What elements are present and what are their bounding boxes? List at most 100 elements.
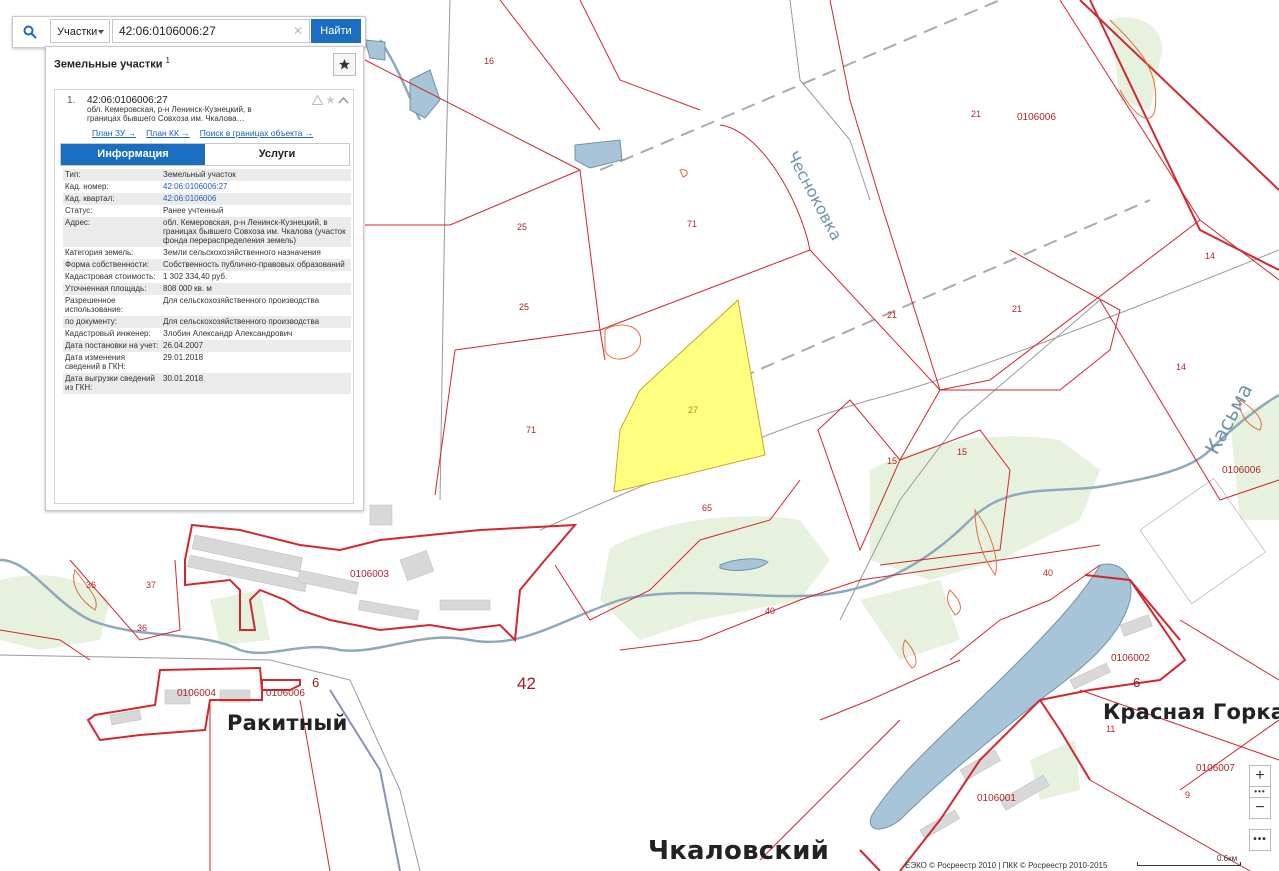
attribute-value[interactable]: 42:06:0106006:27: [161, 181, 351, 193]
parcel-label: 15: [887, 456, 898, 466]
parcel-label: 16: [484, 56, 495, 66]
attribute-row: по документу: Для сельскохозяйственного п…: [63, 316, 351, 328]
region-number: 42: [517, 674, 536, 693]
search-input[interactable]: [112, 19, 310, 43]
town-label-krasnaya-gorka: Красная Горка: [1103, 700, 1279, 724]
parcel-label: 6: [1133, 675, 1141, 690]
parcel-label: 37: [146, 580, 157, 590]
parcel-label: 27: [688, 405, 699, 415]
link-search-within[interactable]: Поиск в границах объекта →: [200, 128, 314, 138]
attribute-row: Дата постановки на учет: 26.04.2007: [63, 340, 351, 352]
parcel-label: 14: [1205, 251, 1216, 261]
attribute-key: по документу:: [63, 316, 161, 328]
quarter-label: 0106004: [177, 688, 216, 699]
town-label-chkalovsky: Чкаловский: [648, 836, 830, 866]
attribute-value: 26.04.2007: [161, 340, 351, 352]
result-actions: [312, 95, 349, 105]
parcel-label: 6: [312, 675, 320, 690]
attribute-row: Категория земель: Земли сельскохозяйствен…: [63, 247, 351, 259]
attribute-value: Злобин Александр Александрович: [163, 329, 293, 338]
attribute-key: Уточненная площадь:: [63, 283, 161, 295]
attribute-key: Форма собственности:: [63, 259, 161, 271]
attribute-key: Дата постановки на учет:: [63, 340, 161, 352]
chevron-up-icon[interactable]: [338, 95, 349, 105]
quarter-label: 0106002: [1111, 653, 1150, 664]
result-address: обл. Кемеровская, р-н Ленинск-Кузнецкий,…: [87, 105, 252, 123]
quarter-label: 0106006: [1222, 465, 1261, 476]
parcel-label: 40: [765, 606, 776, 616]
link-plan-zu[interactable]: План ЗУ →: [92, 128, 136, 138]
attribute-value: Собственность публично-правовых образова…: [161, 259, 351, 271]
parcel-label: 25: [517, 222, 528, 232]
attribute-key: Статус:: [65, 206, 93, 215]
attribute-key: Дата выгрузки сведений из ГКН:: [63, 373, 161, 394]
star-outline-icon[interactable]: [325, 95, 336, 105]
link-plan-kk[interactable]: План КК →: [146, 128, 190, 138]
attribute-row: Кадастровая стоимость: 1 302 334,40 руб.: [63, 271, 351, 283]
results-panel: Земельные участки 1 1. 42:06:0106006:27 …: [45, 46, 364, 511]
attributes-table: Тип: Земельный участок Кад. номер: 42:06:01…: [63, 169, 351, 394]
attribute-value: Земли сельскохозяйственного назначения: [163, 248, 321, 257]
attribute-row: Кад. номер: 42:06:0106006:27: [63, 181, 351, 193]
attribute-key: Тип:: [63, 169, 161, 181]
clear-icon[interactable]: ✕: [293, 24, 303, 38]
tab-info[interactable]: Информация: [61, 144, 205, 165]
result-links: План ЗУ → План КК → Поиск в границах объ…: [92, 128, 313, 138]
map-attribution: ЕЭКО © Росреестр 2010 | ПКК © Росреестр …: [905, 861, 1108, 870]
search-type-label: Участки: [57, 26, 98, 38]
attribute-row: Тип: Земельный участок: [63, 169, 351, 181]
search-bar: Участки ✕ Найти: [12, 16, 366, 48]
attribute-key: Кад. номер:: [65, 182, 109, 191]
attribute-key: Кадастровый инженер:: [65, 329, 151, 338]
favorite-button[interactable]: [333, 53, 356, 76]
tab-services[interactable]: Услуги: [205, 144, 349, 165]
quarter-label: 0106003: [350, 569, 389, 580]
attribute-row: Адрес: обл. Кемеровская, р-н Ленинск-Кузн…: [63, 217, 351, 247]
attribute-value: обл. Кемеровская, р-н Ленинск-Кузнецкий,…: [161, 217, 351, 247]
result-tabs: Информация Услуги: [60, 143, 350, 166]
parcel-label: 36: [86, 580, 97, 590]
search-icon[interactable]: [13, 17, 47, 47]
star-icon: [339, 59, 350, 70]
more-tools-button[interactable]: •••: [1249, 829, 1271, 851]
attribute-row: Кадастровый инженер: Злобин Александр Але…: [63, 328, 351, 340]
parcel-label: 71: [687, 219, 698, 229]
attribute-value: Ранее учтенный: [163, 206, 224, 215]
parcel-label: 21: [971, 109, 982, 119]
town-label-rakitny: Ракитный: [227, 711, 348, 735]
panel-title: Земельные участки 1: [54, 56, 170, 71]
search-type-select[interactable]: Участки: [50, 19, 110, 43]
parcel-label: 36: [137, 623, 148, 633]
result-index: 1.: [67, 95, 76, 106]
attribute-row: Дата изменения сведений в ГКН: 29.01.2018: [63, 352, 351, 373]
attribute-row: Форма собственности: Собственность публич…: [63, 259, 351, 271]
parcel-label: 40: [1043, 568, 1054, 578]
attribute-key: Разрешенное использование:: [65, 296, 124, 314]
result-card: 1. 42:06:0106006:27 обл. Кемеровская, р-…: [54, 89, 354, 504]
parcel-label: 15: [957, 447, 968, 457]
parcel-label: 21: [1012, 304, 1023, 314]
warning-icon[interactable]: [312, 95, 323, 105]
attribute-key: Адрес:: [63, 217, 161, 247]
search-button[interactable]: Найти: [311, 19, 361, 43]
attribute-value: 1 302 334,40 руб.: [163, 272, 228, 281]
attribute-value: 30.01.2018: [161, 373, 351, 394]
parcel-label: 25: [519, 302, 530, 312]
parcel-label: 11: [1106, 724, 1116, 734]
zoom-in-button[interactable]: +: [1249, 765, 1271, 787]
attribute-key: Кад. квартал:: [63, 193, 161, 205]
attribute-value: Для сельскохозяйственного производства: [163, 296, 320, 305]
attribute-value[interactable]: 42:06:0106006: [161, 193, 351, 205]
attribute-row: Разрешенное использование: Для сельскохоз…: [63, 295, 351, 316]
parcel-label: 65: [702, 503, 713, 513]
attribute-row: Кад. квартал: 42:06:0106006: [63, 193, 351, 205]
quarter-label: 0106007: [1196, 763, 1235, 774]
scale-bar: [1137, 862, 1241, 866]
zoom-out-button[interactable]: −: [1249, 797, 1271, 819]
attribute-row: Дата выгрузки сведений из ГКН: 30.01.2018: [63, 373, 351, 394]
attribute-key: Категория земель:: [65, 248, 134, 257]
chevron-down-icon: [98, 30, 104, 34]
attribute-value: 808 000 кв. м: [161, 283, 351, 295]
parcel-label: 9: [1185, 790, 1191, 800]
parcel-label: 71: [526, 425, 537, 435]
